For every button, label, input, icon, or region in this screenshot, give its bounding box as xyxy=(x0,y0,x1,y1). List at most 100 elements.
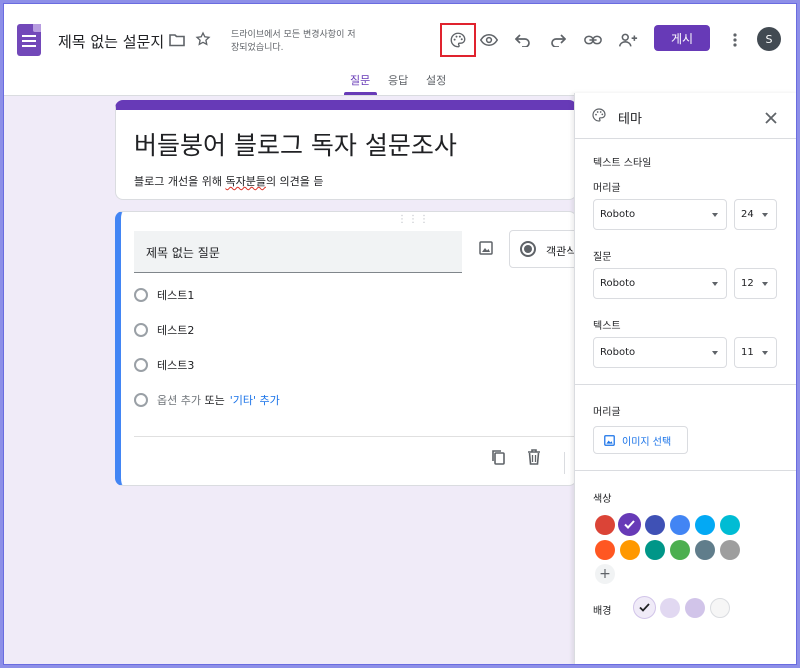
palette-icon xyxy=(450,32,466,48)
add-option-row: 옵션 추가 또는 '기타' 추가 xyxy=(134,390,280,410)
dropdown-caret-icon xyxy=(762,282,768,286)
color-swatch-blue[interactable] xyxy=(670,515,690,535)
form-title-card[interactable]: 버들붕어 블로그 독자 설문조사 블로그 개선을 위해 독자분들의 의견을 듣 xyxy=(115,100,577,200)
select-image-button[interactable]: 이미지 선택 xyxy=(593,426,688,454)
background-swatch-selected[interactable] xyxy=(633,596,656,619)
color-label: 색상 xyxy=(593,494,612,505)
palette-icon xyxy=(591,107,607,127)
question-size-value: 12 xyxy=(741,278,754,289)
radio-option-icon xyxy=(134,323,148,337)
dropdown-caret-icon xyxy=(762,213,768,217)
question-card[interactable]: ⋮⋮⋮ 제목 없는 질문 객관식 질문 테스트1 테스트2 테스트3 옵션 추가… xyxy=(115,211,577,486)
tab-questions[interactable]: 질문 xyxy=(350,72,370,88)
google-forms-logo-icon[interactable] xyxy=(17,24,41,56)
question-type-select[interactable]: 객관식 질문 xyxy=(509,230,577,268)
tab-responses[interactable]: 응답 xyxy=(388,72,408,88)
color-swatch-grey[interactable] xyxy=(720,540,740,560)
question-font-select[interactable]: Roboto xyxy=(593,268,727,299)
background-swatch-grey[interactable] xyxy=(710,598,730,618)
tab-settings[interactable]: 설정 xyxy=(426,72,446,88)
add-image-icon[interactable] xyxy=(479,240,493,259)
color-swatch-purple-selected[interactable] xyxy=(618,513,641,536)
form-description-text: 블로그 개선을 위해 xyxy=(134,175,226,188)
link-icon[interactable] xyxy=(582,29,604,51)
spellcheck-word: 독자분들 xyxy=(225,175,266,188)
background-swatch[interactable] xyxy=(660,598,680,618)
dropdown-caret-icon xyxy=(712,282,718,286)
dropdown-caret-icon xyxy=(712,213,718,217)
check-icon xyxy=(624,520,635,529)
document-title[interactable]: 제목 없는 설문지 xyxy=(58,31,164,52)
color-swatch-cyan[interactable] xyxy=(720,515,740,535)
footer-separator xyxy=(564,452,565,474)
add-option-link[interactable]: 옵션 추가 xyxy=(157,392,201,408)
form-title[interactable]: 버들붕어 블로그 독자 설문조사 xyxy=(134,126,457,162)
text-font-label: 텍스트 xyxy=(593,321,621,332)
dropdown-caret-icon xyxy=(762,351,768,355)
panel-divider xyxy=(575,470,796,471)
add-collaborator-icon[interactable] xyxy=(617,29,639,51)
header-size-select[interactable]: 24 xyxy=(734,199,777,230)
check-icon xyxy=(639,603,650,612)
preview-eye-icon[interactable] xyxy=(478,29,500,51)
panel-divider xyxy=(575,384,796,385)
header-font-select[interactable]: Roboto xyxy=(593,199,727,230)
option-label[interactable]: 테스트3 xyxy=(157,357,194,373)
redo-icon[interactable] xyxy=(547,29,569,51)
drag-handle-icon[interactable]: ⋮⋮⋮ xyxy=(397,214,430,225)
app-window: 제목 없는 설문지 드라이브에서 모든 변경사항이 저장되었습니다. 게시 S … xyxy=(3,3,797,665)
background-swatch[interactable] xyxy=(685,598,705,618)
header-image-label: 머리글 xyxy=(593,407,621,418)
question-font-value: Roboto xyxy=(600,278,636,289)
account-avatar[interactable]: S xyxy=(757,27,781,51)
question-font-label: 질문 xyxy=(593,252,612,263)
text-size-select[interactable]: 11 xyxy=(734,337,777,368)
top-header: 제목 없는 설문지 드라이브에서 모든 변경사항이 저장되었습니다. 게시 S … xyxy=(4,4,796,96)
color-swatch-teal[interactable] xyxy=(645,540,665,560)
theme-panel-header: 테마 xyxy=(575,93,796,139)
more-vert-icon[interactable] xyxy=(724,29,746,51)
form-description[interactable]: 블로그 개선을 위해 독자분들의 의견을 듣 xyxy=(134,173,324,189)
radio-option-icon xyxy=(134,393,148,407)
question-title-input[interactable]: 제목 없는 질문 xyxy=(134,231,462,273)
text-font-select[interactable]: Roboto xyxy=(593,337,727,368)
color-swatch-red[interactable] xyxy=(595,515,615,535)
radio-option-icon xyxy=(134,288,148,302)
option-row[interactable]: 테스트2 xyxy=(134,320,194,340)
color-swatch-light-blue[interactable] xyxy=(695,515,715,535)
undo-icon[interactable] xyxy=(512,29,534,51)
header-size-value: 24 xyxy=(741,209,754,220)
star-icon[interactable] xyxy=(194,30,212,48)
color-swatch-blue-grey[interactable] xyxy=(695,540,715,560)
option-row[interactable]: 테스트1 xyxy=(134,285,194,305)
text-size-value: 11 xyxy=(741,347,754,358)
image-icon xyxy=(604,434,615,446)
or-text: 또는 xyxy=(204,394,225,407)
add-custom-color-icon[interactable]: + xyxy=(595,564,615,584)
select-image-label: 이미지 선택 xyxy=(622,436,672,448)
text-style-heading: 텍스트 스타일 xyxy=(593,158,652,169)
save-status-text: 드라이브에서 모든 변경사항이 저장되었습니다. xyxy=(231,30,356,53)
option-label[interactable]: 테스트2 xyxy=(157,322,194,338)
customize-theme-button[interactable] xyxy=(440,23,476,57)
color-swatch-deep-orange[interactable] xyxy=(595,540,615,560)
add-other-link[interactable]: '기타' 추가 xyxy=(230,392,280,408)
close-icon[interactable] xyxy=(765,109,777,128)
delete-icon[interactable] xyxy=(527,449,541,469)
color-swatch-orange[interactable] xyxy=(620,540,640,560)
color-swatch-green[interactable] xyxy=(670,540,690,560)
dropdown-caret-icon xyxy=(712,351,718,355)
folder-icon[interactable] xyxy=(168,31,186,49)
form-tabs: 질문 응답 설정 xyxy=(4,68,796,96)
duplicate-icon[interactable] xyxy=(491,449,505,469)
theme-panel: 테마 텍스트 스타일 머리글 Roboto 24 질문 Roboto 12 텍스… xyxy=(574,93,796,664)
option-label[interactable]: 테스트1 xyxy=(157,287,194,303)
color-swatch-indigo[interactable] xyxy=(645,515,665,535)
question-size-select[interactable]: 12 xyxy=(734,268,777,299)
radio-type-icon xyxy=(520,241,536,257)
option-row[interactable]: 테스트3 xyxy=(134,355,194,375)
header-font-label: 머리글 xyxy=(593,183,621,194)
publish-button[interactable]: 게시 xyxy=(654,25,710,51)
header-font-value: Roboto xyxy=(600,209,636,220)
question-type-label: 객관식 질문 xyxy=(546,245,577,258)
